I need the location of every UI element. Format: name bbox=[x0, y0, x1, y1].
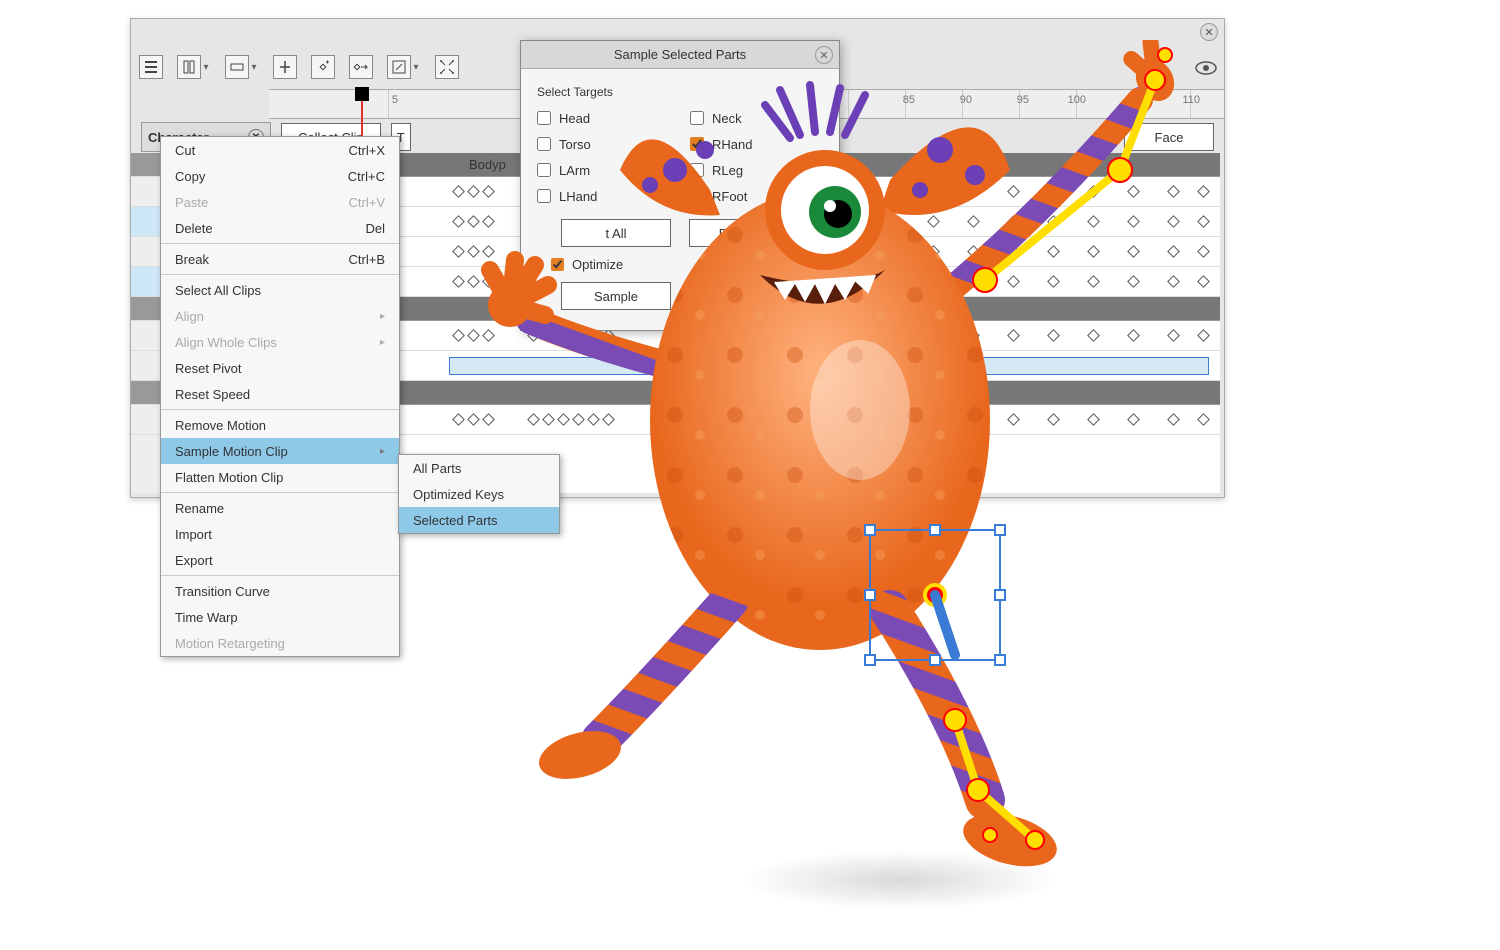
cancel-button[interactable]: Cancel bbox=[689, 282, 799, 310]
close-icon[interactable]: ✕ bbox=[815, 46, 833, 64]
menu-copy[interactable]: CopyCtrl+C bbox=[161, 163, 399, 189]
chevron-down-icon[interactable]: ▾ bbox=[249, 55, 259, 79]
timeline-toolbar: ▾ ▾ ▾ bbox=[139, 55, 459, 79]
chevron-right-icon: ▸ bbox=[380, 311, 385, 322]
face-button[interactable]: Face bbox=[1124, 123, 1214, 151]
checkbox-optimize[interactable] bbox=[551, 258, 564, 271]
selection-box bbox=[865, 525, 1005, 665]
menu-select-all-clips[interactable]: Select All Clips bbox=[161, 277, 399, 303]
menu-sample-motion-clip[interactable]: Sample Motion Clip▸ bbox=[161, 438, 399, 464]
snap-icon[interactable] bbox=[177, 55, 201, 79]
edit-icon[interactable] bbox=[387, 55, 411, 79]
dialog-title: Sample Selected Parts ✕ bbox=[521, 41, 839, 69]
menu-reset-speed[interactable]: Reset Speed bbox=[161, 381, 399, 407]
submenu-selected-parts[interactable]: Selected Parts bbox=[399, 507, 559, 533]
menu-export[interactable]: Export bbox=[161, 547, 399, 573]
submenu-all-parts[interactable]: All Parts bbox=[399, 455, 559, 481]
character-shadow bbox=[740, 850, 1060, 910]
menu-reset-pivot[interactable]: Reset Pivot bbox=[161, 355, 399, 381]
menu-cut[interactable]: CutCtrl+X bbox=[161, 137, 399, 163]
optimize-label: Optimize bbox=[572, 257, 623, 272]
context-menu: CutCtrl+X CopyCtrl+C PasteCtrl+V DeleteD… bbox=[160, 136, 400, 657]
submenu-optimized-keys[interactable]: Optimized Keys bbox=[399, 481, 559, 507]
frame-icon[interactable] bbox=[225, 55, 249, 79]
menu-import[interactable]: Import bbox=[161, 521, 399, 547]
sample-submenu: All Parts Optimized Keys Selected Parts bbox=[398, 454, 560, 534]
menu-paste: PasteCtrl+V bbox=[161, 189, 399, 215]
visibility-icon[interactable] bbox=[1194, 59, 1218, 77]
menu-remove-motion[interactable]: Remove Motion bbox=[161, 412, 399, 438]
checkbox-torso[interactable]: Torso bbox=[537, 131, 670, 157]
select-all-button[interactable]: t All bbox=[561, 219, 671, 247]
menu-transition-curve[interactable]: Transition Curve bbox=[161, 578, 399, 604]
checkbox-lhand[interactable]: LHand bbox=[537, 183, 670, 209]
checkbox-rleg[interactable]: RLeg bbox=[690, 157, 823, 183]
add-key-icon[interactable] bbox=[311, 55, 335, 79]
split-icon[interactable] bbox=[273, 55, 297, 79]
list-icon[interactable] bbox=[139, 55, 163, 79]
chevron-right-icon: ▸ bbox=[380, 446, 385, 457]
menu-flatten-motion-clip[interactable]: Flatten Motion Clip bbox=[161, 464, 399, 490]
menu-motion-retargeting: Motion Retargeting bbox=[161, 630, 399, 656]
track-header bbox=[269, 381, 1220, 405]
checkbox-rhand[interactable]: RHand bbox=[690, 131, 823, 157]
chevron-down-icon[interactable]: ▾ bbox=[411, 55, 421, 79]
close-icon[interactable]: ✕ bbox=[1200, 23, 1218, 41]
menu-align-whole-clips: Align Whole Clips▸ bbox=[161, 329, 399, 355]
track-row[interactable] bbox=[269, 351, 1220, 381]
menu-time-warp[interactable]: Time Warp bbox=[161, 604, 399, 630]
menu-delete[interactable]: DeleteDel bbox=[161, 215, 399, 241]
move-key-icon[interactable] bbox=[349, 55, 373, 79]
checkbox-rfoot[interactable]: RFoot bbox=[690, 183, 823, 209]
sample-button[interactable]: Sample bbox=[561, 282, 671, 310]
chevron-right-icon: ▸ bbox=[380, 337, 385, 348]
deselect-all-button[interactable]: Deselect bbox=[689, 219, 799, 247]
track-row[interactable] bbox=[269, 405, 1220, 435]
checkbox-head[interactable]: Head bbox=[537, 105, 670, 131]
section-label: Select Targets bbox=[537, 85, 823, 99]
menu-align: Align▸ bbox=[161, 303, 399, 329]
expand-icon[interactable] bbox=[435, 55, 459, 79]
menu-rename[interactable]: Rename bbox=[161, 495, 399, 521]
menu-break[interactable]: BreakCtrl+B bbox=[161, 246, 399, 272]
checkbox-neck[interactable]: Neck bbox=[690, 105, 823, 131]
chevron-down-icon[interactable]: ▾ bbox=[201, 55, 211, 79]
bone-overlay bbox=[944, 709, 1044, 849]
checkbox-larm[interactable]: LArm bbox=[537, 157, 670, 183]
ruler-tick: 110 bbox=[1182, 94, 1200, 106]
sample-selected-parts-dialog: Sample Selected Parts ✕ Select Targets H… bbox=[520, 40, 840, 331]
